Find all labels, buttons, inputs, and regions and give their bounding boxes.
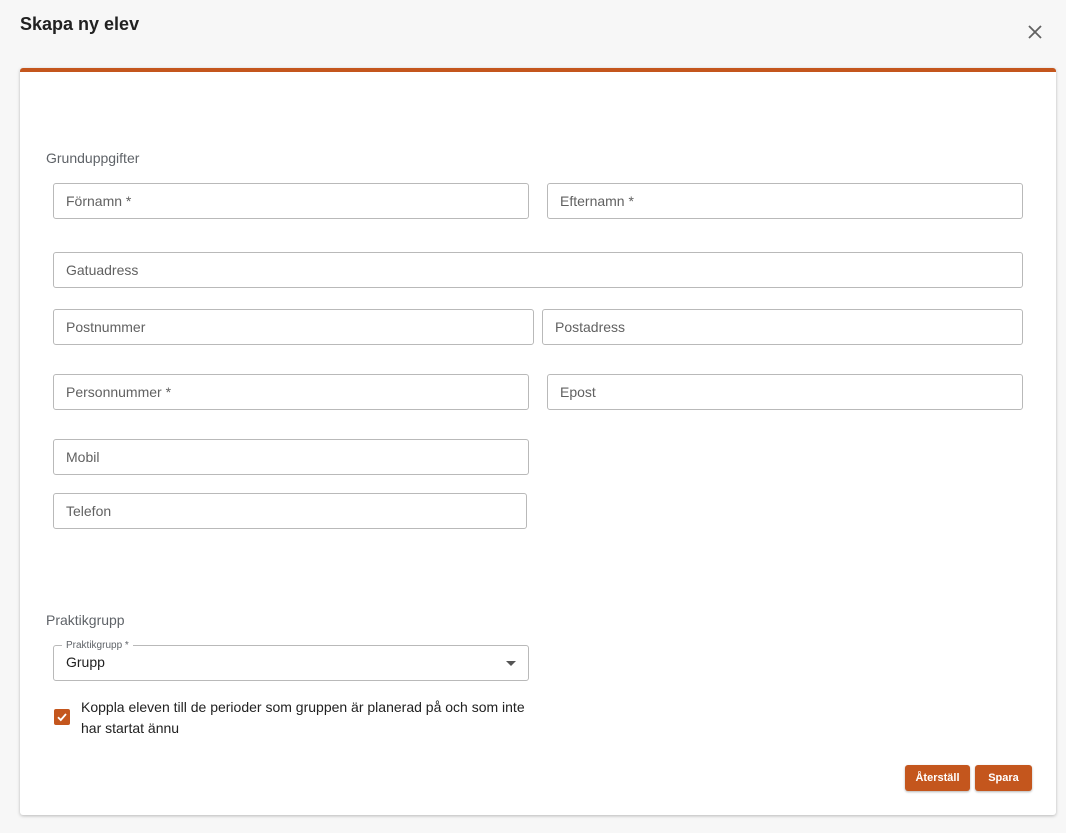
practice-group-select-label: Praktikgrupp * bbox=[62, 640, 133, 651]
email-field[interactable] bbox=[547, 374, 1023, 410]
link-periods-checkbox[interactable] bbox=[54, 709, 70, 725]
postal-code-input[interactable] bbox=[54, 310, 533, 344]
practice-group-select-value: Grupp bbox=[66, 654, 105, 670]
street-address-input[interactable] bbox=[54, 253, 1022, 287]
checkmark-icon bbox=[57, 713, 67, 722]
reset-button[interactable]: Återställ bbox=[905, 765, 970, 791]
street-address-field[interactable] bbox=[53, 252, 1023, 288]
mobile-field[interactable] bbox=[53, 439, 529, 475]
first-name-field[interactable] bbox=[53, 183, 529, 219]
last-name-field[interactable] bbox=[547, 183, 1023, 219]
postal-code-field[interactable] bbox=[53, 309, 534, 345]
personal-id-field[interactable] bbox=[53, 374, 529, 410]
close-button[interactable] bbox=[1023, 20, 1047, 44]
section-title-basic-info: Grunduppgifter bbox=[46, 150, 140, 166]
mobile-input[interactable] bbox=[54, 440, 528, 474]
first-name-input[interactable] bbox=[54, 184, 528, 218]
form-card: Grunduppgifter Praktikgrupp bbox=[20, 68, 1056, 815]
practice-group-select[interactable]: Praktikgrupp * Grupp bbox=[53, 640, 529, 681]
personal-id-input[interactable] bbox=[54, 375, 528, 409]
background-page-edge bbox=[1066, 0, 1081, 833]
postal-address-field[interactable] bbox=[542, 309, 1023, 345]
last-name-input[interactable] bbox=[548, 184, 1022, 218]
section-title-practice-group: Praktikgrupp bbox=[46, 612, 125, 628]
phone-input[interactable] bbox=[54, 494, 526, 528]
dialog-title: Skapa ny elev bbox=[20, 14, 140, 34]
email-input[interactable] bbox=[548, 375, 1022, 409]
postal-address-input[interactable] bbox=[543, 310, 1022, 344]
link-periods-checkbox-label: Koppla eleven till de perioder som grupp… bbox=[81, 699, 525, 736]
create-student-dialog: Skapa ny elev Grunduppgifter Förnamn * E… bbox=[0, 0, 1066, 833]
close-icon bbox=[1028, 25, 1042, 39]
phone-field[interactable] bbox=[53, 493, 527, 529]
dropdown-arrow-icon bbox=[506, 661, 516, 666]
save-button[interactable]: Spara bbox=[975, 765, 1032, 791]
